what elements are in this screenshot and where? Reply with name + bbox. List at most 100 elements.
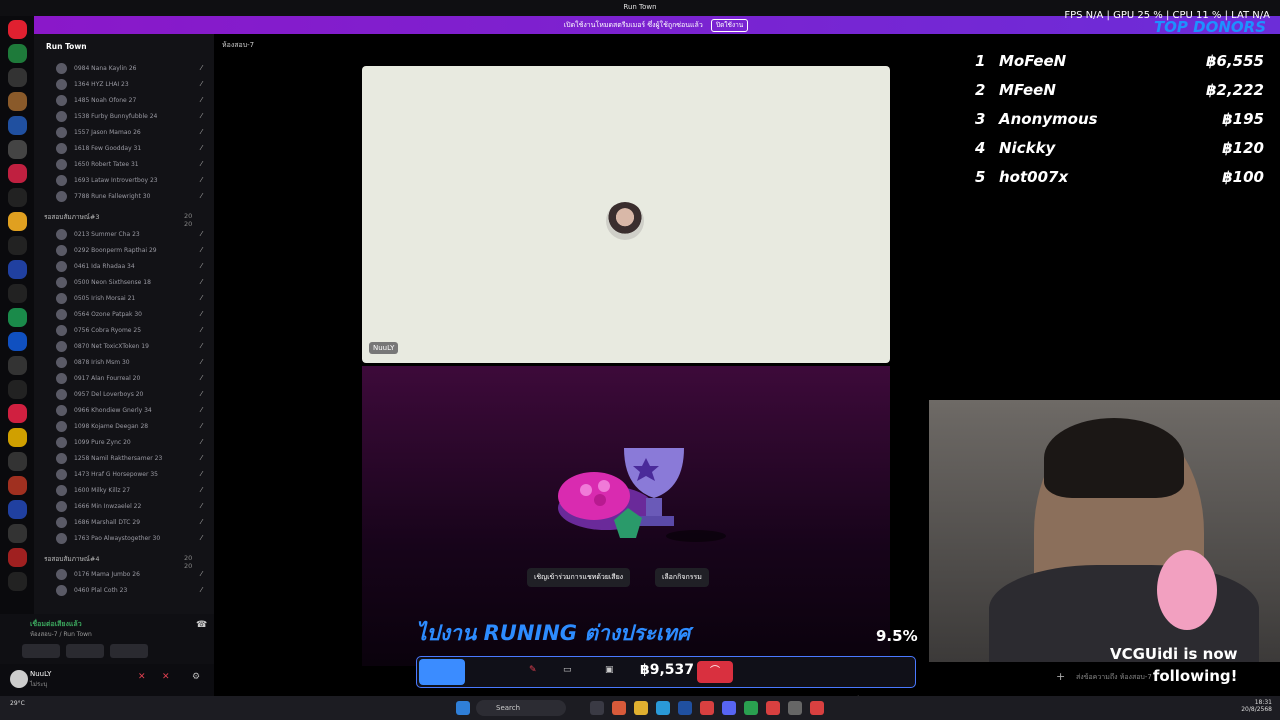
disconnect-icon[interactable]: ☎: [196, 620, 207, 630]
server-name[interactable]: Run Town: [46, 42, 87, 51]
chrome-icon[interactable]: [810, 701, 824, 715]
server-icon[interactable]: [8, 332, 27, 351]
server-icon[interactable]: [8, 140, 27, 159]
member-row[interactable]: 1364 HYZ LHAI 23 ⁄: [56, 78, 208, 92]
server-icon[interactable]: [8, 92, 27, 111]
app-icon[interactable]: [678, 701, 692, 715]
app-icon[interactable]: [788, 701, 802, 715]
mute-icon[interactable]: ✎: [529, 665, 537, 675]
member-row[interactable]: 1686 Marshall DTC 29 ⁄: [56, 516, 208, 530]
server-icon[interactable]: [8, 236, 27, 255]
member-row[interactable]: 1618 Few Goodday 31 ⁄: [56, 142, 208, 156]
member-row[interactable]: 1485 Noah Ofone 27 ⁄: [56, 94, 208, 108]
member-row[interactable]: 7788 Rune Fallewright 30 ⁄: [56, 190, 208, 204]
member-row[interactable]: 1763 Pao Alwaystogether 30 ⁄: [56, 532, 208, 546]
settings-gear-icon[interactable]: ⚙: [192, 672, 200, 682]
member-row[interactable]: 1538 Furby Bunnyfubble 24 ⁄: [56, 110, 208, 124]
member-row[interactable]: 0213 Summer Cha 23 ⁄: [56, 228, 208, 242]
activities-button[interactable]: [110, 644, 148, 658]
server-icon[interactable]: [8, 428, 27, 447]
app-icon[interactable]: [590, 701, 604, 715]
member-row[interactable]: 1666 Min Inwzaelel 22 ⁄: [56, 500, 208, 514]
member-row[interactable]: 1693 Lataw Introvertboy 23 ⁄: [56, 174, 208, 188]
leave-call-button[interactable]: ⌒: [697, 661, 733, 683]
member-row[interactable]: 0505 Irish Morsai 21 ⁄: [56, 292, 208, 306]
server-icon[interactable]: [8, 524, 27, 543]
screen-share-button[interactable]: [66, 644, 104, 658]
member-row[interactable]: 0461 Ida Rhadaa 34 ⁄: [56, 260, 208, 274]
participant-tile[interactable]: NuuLY: [362, 66, 890, 363]
app-icon[interactable]: [744, 701, 758, 715]
member-row[interactable]: 0870 Net ToxicXToken 19 ⁄: [56, 340, 208, 354]
invite-voice-chat-button[interactable]: เชิญเข้าร่วมการแชทด้วยเสียง: [527, 568, 631, 587]
member-row[interactable]: 0957 Del Loverboys 20 ⁄: [56, 388, 208, 402]
category-count: 20 20: [184, 212, 193, 228]
weather-temp[interactable]: 29°C: [10, 700, 25, 707]
server-icon[interactable]: [8, 68, 27, 87]
donor-rank: 1: [975, 52, 986, 70]
server-icon[interactable]: [8, 356, 27, 375]
member-row[interactable]: 0756 Cobra Ryome 25 ⁄: [56, 324, 208, 338]
server-icon[interactable]: [8, 572, 27, 591]
chrome-icon[interactable]: [700, 701, 714, 715]
app-icon[interactable]: [612, 701, 626, 715]
taskbar-search[interactable]: Search: [476, 700, 566, 716]
server-icon[interactable]: [8, 308, 27, 327]
plus-icon[interactable]: +: [1056, 670, 1065, 683]
server-icon[interactable]: [8, 404, 27, 423]
server-icon[interactable]: [8, 500, 27, 519]
server-icon[interactable]: [8, 212, 27, 231]
member-row[interactable]: 0878 Irish Msm 30 ⁄: [56, 356, 208, 370]
member-row[interactable]: 0500 Neon Sixthsense 18 ⁄: [56, 276, 208, 290]
member-row[interactable]: 1650 Robert Tatee 31 ⁄: [56, 158, 208, 172]
member-row[interactable]: 0460 Plal Coth 23 ⁄: [56, 584, 208, 598]
muted-mic-icon: ⁄: [200, 518, 202, 526]
windows-start-icon[interactable]: [456, 701, 470, 715]
disable-streamer-mode-button[interactable]: ปิดใช้งาน: [711, 19, 749, 32]
server-icon[interactable]: [8, 188, 27, 207]
video-button[interactable]: [22, 644, 60, 658]
server-icon[interactable]: [8, 476, 27, 495]
server-icon[interactable]: [8, 116, 27, 135]
member-row[interactable]: 0917 Alan Fourreal 20 ⁄: [56, 372, 208, 386]
camera-icon[interactable]: ▭: [563, 665, 572, 675]
member-row[interactable]: 1099 Pure Zync 20 ⁄: [56, 436, 208, 450]
goal-balance: ฿9,537: [640, 662, 695, 678]
chrome-icon[interactable]: [766, 701, 780, 715]
server-icon[interactable]: [8, 20, 27, 39]
server-icon[interactable]: [8, 284, 27, 303]
avatar[interactable]: [10, 670, 28, 688]
mute-icon[interactable]: ✕: [138, 672, 146, 682]
member-row[interactable]: 0292 Boonperm Rapthai 29 ⁄: [56, 244, 208, 258]
muted-mic-icon: ⁄: [200, 112, 202, 120]
chat-input[interactable]: + ส่งข้อความถึง ห้องสอบ-7: [1040, 666, 1280, 688]
deafen-icon[interactable]: ✕: [162, 672, 170, 682]
discord-icon[interactable]: [722, 701, 736, 715]
member-row[interactable]: 1600 Milky Killz 27 ⁄: [56, 484, 208, 498]
category-header[interactable]: รอสอบสัมภาษณ์#3 20 20: [44, 212, 192, 228]
taskbar-clock[interactable]: 18:31 20/8/2568: [1241, 699, 1272, 713]
member-row[interactable]: 0176 Mama Jumbo 26 ⁄: [56, 568, 208, 582]
file-explorer-icon[interactable]: [634, 701, 648, 715]
member-row[interactable]: 1258 Namil Rakthersamer 23 ⁄: [56, 452, 208, 466]
category-header[interactable]: รอสอบสัมภาษณ์#4 20 20: [44, 554, 192, 570]
voice-location[interactable]: ห้องสอบ-7 / Run Town: [30, 629, 92, 639]
server-icon[interactable]: [8, 548, 27, 567]
member-row[interactable]: 1473 Hraf G Horsepower 35 ⁄: [56, 468, 208, 482]
server-icon[interactable]: [8, 44, 27, 63]
server-icon[interactable]: [8, 164, 27, 183]
member-name: 1538 Furby Bunnyfubble 24: [74, 113, 158, 120]
server-icon[interactable]: [8, 452, 27, 471]
edge-icon[interactable]: [656, 701, 670, 715]
member-row[interactable]: 0564 Ozone Patpak 30 ⁄: [56, 308, 208, 322]
voice-connected-panel: เชื่อมต่อเสียงแล้ว ห้องสอบ-7 / Run Town …: [0, 614, 214, 664]
choose-activity-button[interactable]: เลือกกิจกรรม: [655, 568, 709, 587]
member-row[interactable]: 1098 Kojame Deegan 28 ⁄: [56, 420, 208, 434]
member-row[interactable]: 0966 Khondiew Gnerly 34 ⁄: [56, 404, 208, 418]
server-icon[interactable]: [8, 260, 27, 279]
server-icon[interactable]: [8, 380, 27, 399]
screen-share-icon[interactable]: ▣: [605, 665, 614, 675]
member-row[interactable]: 1557 Jason Mamao 26 ⁄: [56, 126, 208, 140]
member-name: 1099 Pure Zync 20: [74, 439, 131, 446]
member-row[interactable]: 0984 Nana Kaylin 26 ⁄: [56, 62, 208, 76]
